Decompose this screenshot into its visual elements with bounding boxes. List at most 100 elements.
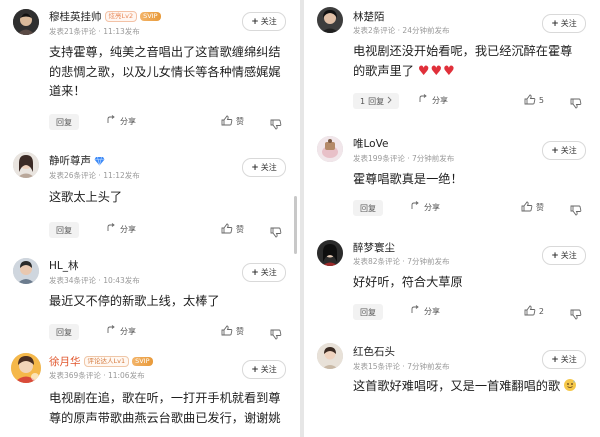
comment-actions: 回复 分享 赞 xyxy=(49,222,284,240)
like-count: 赞 xyxy=(536,203,544,212)
reply-button[interactable]: 回复 xyxy=(353,304,383,320)
comment-item: 徐月华 评论达人Lv1 SVIP 发表369条评论 · 11:06发布 + 关注… xyxy=(0,345,300,437)
reply-button[interactable]: 回复 xyxy=(49,114,79,130)
user-name[interactable]: 静听尊声 xyxy=(49,153,91,168)
like-button[interactable]: 赞 xyxy=(221,325,244,338)
comment-item: 穆桂英挂帅 炫亮Lv2 SVIP 发表21条评论 · 11:13发布 + 关注 … xyxy=(0,0,300,140)
user-name[interactable]: 醉梦寰尘 xyxy=(353,240,395,255)
share-label: 分享 xyxy=(120,116,136,126)
like-button[interactable]: 赞 xyxy=(521,201,544,214)
plus-icon: + xyxy=(251,162,259,173)
comment-meta: 发表82条评论 · 7分钟前发布 xyxy=(353,257,450,266)
avatar[interactable] xyxy=(11,353,41,383)
share-button[interactable]: 分享 xyxy=(419,94,448,106)
thumbs-up-icon xyxy=(221,115,233,128)
comment-text: 最近又不停的新歌上线，太棒了 xyxy=(49,294,220,308)
comment-text: 这首歌好难唱呀，又是一首难翻唱的歌 xyxy=(353,377,584,397)
dislike-button[interactable] xyxy=(570,305,582,324)
follow-button[interactable]: + 关注 xyxy=(542,246,586,265)
avatar[interactable] xyxy=(317,240,343,266)
dislike-button[interactable] xyxy=(270,325,282,344)
share-icon xyxy=(107,223,117,235)
share-icon xyxy=(107,115,117,127)
comment-text: 霍尊唱歌真是一绝！ xyxy=(353,172,463,186)
follow-label: 关注 xyxy=(560,19,577,28)
reply-button[interactable]: 回复 xyxy=(49,324,79,340)
follow-button[interactable]: + 关注 xyxy=(542,350,586,369)
dislike-button[interactable] xyxy=(570,201,582,220)
like-button[interactable]: 5 xyxy=(524,94,544,107)
share-button[interactable]: 分享 xyxy=(107,115,136,127)
follow-label: 关注 xyxy=(260,365,277,374)
reply-button[interactable]: 1 回复 xyxy=(353,93,400,109)
follow-label: 关注 xyxy=(260,163,277,172)
follow-button[interactable]: + 关注 xyxy=(542,141,586,160)
avatar[interactable] xyxy=(13,152,39,178)
user-name[interactable]: 红色石头 xyxy=(353,344,395,359)
comment-text: 好好听，符合大草原 xyxy=(353,275,463,289)
reply-button[interactable]: 回复 xyxy=(353,200,383,216)
like-count: 赞 xyxy=(236,117,244,126)
right-comment-panel: 林楚陌 发表2条评论 · 24分钟前发布 + 关注 电视剧还没开始看呢，我已经沉… xyxy=(304,0,600,437)
thumbs-up-icon xyxy=(221,325,233,338)
user-row: 红色石头 xyxy=(353,344,395,358)
follow-button[interactable]: + 关注 xyxy=(542,14,586,33)
comment-text: 电视剧在追，歌在听，一打开手机就看到尊尊的原声带歌曲燕云台歌曲已发行，谢谢姚 xyxy=(49,391,281,425)
avatar[interactable] xyxy=(317,343,343,369)
share-button[interactable]: 分享 xyxy=(411,305,440,317)
critic-badge: 评论达人Lv1 xyxy=(83,355,130,367)
reply-button[interactable]: 回复 xyxy=(49,222,79,238)
comment-meta: 发表369条评论 · 11:06发布 xyxy=(49,371,145,380)
comment-actions: 回复 分享 赞 xyxy=(353,200,584,218)
avatar[interactable] xyxy=(317,7,343,33)
plus-icon: + xyxy=(551,18,559,29)
comment-item: 林楚陌 发表2条评论 · 24分钟前发布 + 关注 电视剧还没开始看呢，我已经沉… xyxy=(304,0,600,127)
follow-button[interactable]: + 关注 xyxy=(242,263,286,282)
plus-icon: + xyxy=(251,364,259,375)
thumbs-up-icon xyxy=(524,94,536,107)
follow-button[interactable]: + 关注 xyxy=(242,158,286,177)
thumbs-down-icon xyxy=(570,305,582,324)
user-row: HL_林 xyxy=(49,258,79,272)
reply-label: 回复 xyxy=(56,117,72,127)
share-button[interactable]: 分享 xyxy=(107,223,136,235)
reply-count: 1 xyxy=(360,96,366,106)
comment-actions: 回复 分享 2 xyxy=(353,304,584,322)
follow-button[interactable]: + 关注 xyxy=(242,360,286,379)
user-name[interactable]: 林楚陌 xyxy=(353,9,385,24)
like-button[interactable]: 赞 xyxy=(221,115,244,128)
user-row: 穆桂英挂帅 炫亮Lv2 SVIP xyxy=(49,9,161,23)
thumbs-down-icon xyxy=(270,223,282,242)
level-badge: 炫亮Lv2 xyxy=(104,10,138,22)
share-label: 分享 xyxy=(432,95,448,105)
dislike-button[interactable] xyxy=(270,223,282,242)
avatar[interactable] xyxy=(13,9,39,35)
like-button[interactable]: 2 xyxy=(524,305,544,318)
share-button[interactable]: 分享 xyxy=(411,201,440,213)
share-label: 分享 xyxy=(424,306,440,316)
avatar[interactable] xyxy=(13,258,39,284)
comment-item: 唯LoVe 发表199条评论 · 7分钟前发布 + 关注 霍尊唱歌真是一绝！ 回… xyxy=(304,127,600,229)
like-count: 5 xyxy=(538,96,544,105)
avatar[interactable] xyxy=(317,136,343,162)
reply-label: 回复 xyxy=(360,203,376,213)
share-button[interactable]: 分享 xyxy=(107,325,136,337)
thumbs-down-icon xyxy=(570,94,582,113)
heart-emoji: ♥♥♥ xyxy=(417,63,456,79)
dislike-button[interactable] xyxy=(270,115,282,134)
like-button[interactable]: 赞 xyxy=(221,223,244,236)
user-name[interactable]: HL_林 xyxy=(49,258,79,273)
user-name[interactable]: 唯LoVe xyxy=(353,136,388,151)
share-icon xyxy=(411,305,421,317)
follow-button[interactable]: + 关注 xyxy=(242,12,286,31)
svip-badge: SVIP xyxy=(140,11,161,21)
comment-actions: 回复 分享 赞 xyxy=(49,324,284,342)
thumbs-up-icon xyxy=(521,201,533,214)
plus-icon: + xyxy=(251,267,259,278)
user-name[interactable]: 穆桂英挂帅 xyxy=(49,9,102,24)
user-name[interactable]: 徐月华 xyxy=(49,354,81,369)
share-label: 分享 xyxy=(424,202,440,212)
follow-label: 关注 xyxy=(560,146,577,155)
dislike-button[interactable] xyxy=(570,94,582,113)
comment-item: 红色石头 发表15条评论 · 7分钟前发布 + 关注 这首歌好难唱呀，又是一首难… xyxy=(304,335,600,437)
